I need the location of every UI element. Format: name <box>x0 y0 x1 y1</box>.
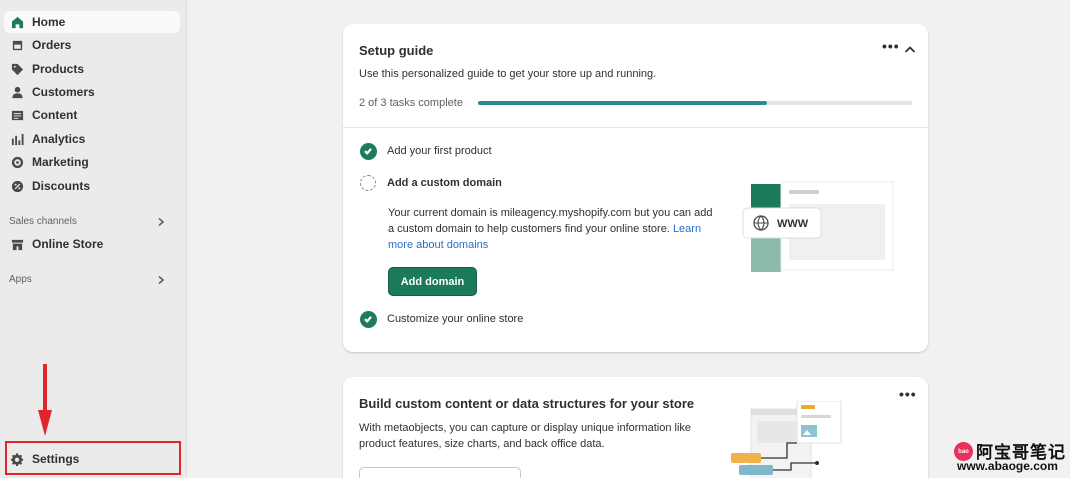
target-icon <box>10 155 24 169</box>
add-domain-button[interactable]: Add domain <box>388 267 477 296</box>
domain-illustration: WWW <box>742 181 894 272</box>
sidebar-item-customers[interactable]: Customers <box>4 81 180 103</box>
setup-guide-card: Setup guide ••• Use this personalized gu… <box>343 24 928 352</box>
sidebar-item-content[interactable]: Content <box>4 104 180 126</box>
tag-icon <box>10 62 24 76</box>
sidebar-item-label: Home <box>32 15 66 29</box>
progress-fill <box>478 101 768 105</box>
www-label: WWW <box>777 218 809 230</box>
more-options-icon[interactable]: ••• <box>899 386 917 402</box>
sales-channels-label: Sales channels <box>9 216 77 227</box>
chevron-up-icon[interactable] <box>904 44 916 56</box>
sidebar-item-label: Online Store <box>32 237 104 251</box>
sidebar-item-label: Orders <box>32 38 72 52</box>
sidebar-item-analytics[interactable]: Analytics <box>4 128 180 150</box>
sidebar-item-label: Customers <box>32 85 95 99</box>
check-circle-icon <box>359 142 377 160</box>
sidebar-item-label: Analytics <box>32 132 86 146</box>
home-icon <box>10 15 24 29</box>
setup-guide-title: Setup guide <box>359 43 434 58</box>
task-label: Add a custom domain <box>387 177 502 189</box>
sidebar-item-discounts[interactable]: Discounts <box>4 175 180 197</box>
custom-content-description: With metaobjects, you can capture or dis… <box>359 422 692 450</box>
sidebar-item-label: Discounts <box>32 179 91 193</box>
person-icon <box>10 85 24 99</box>
sidebar-item-products[interactable]: Products <box>4 58 180 80</box>
sidebar-item-label: Content <box>32 108 78 122</box>
task-label: Customize your online store <box>387 313 524 325</box>
sidebar-item-label: Products <box>32 62 85 76</box>
sidebar-item-online-store[interactable]: Online Store <box>4 233 180 255</box>
bar-chart-icon <box>10 132 24 146</box>
setup-guide-subtitle: Use this personalized guide to get your … <box>359 68 657 80</box>
more-options-icon[interactable]: ••• <box>882 38 900 54</box>
progress-bar <box>478 101 912 105</box>
secondary-button[interactable] <box>359 467 521 478</box>
store-icon <box>10 237 24 251</box>
domain-description: Your current domain is mileagency.myshop… <box>388 207 713 251</box>
discount-icon <box>10 179 24 193</box>
sidebar-item-home[interactable]: Home <box>4 11 180 33</box>
metaobjects-illustration <box>731 401 842 478</box>
content-icon <box>10 108 24 122</box>
custom-content-card: Build custom content or data structures … <box>343 377 928 478</box>
settings-highlight-box <box>5 441 181 475</box>
chevron-right-icon[interactable] <box>156 216 166 227</box>
progress-text: 2 of 3 tasks complete <box>359 97 463 109</box>
sidebar: Home Orders Products Customers Content A… <box>0 0 187 478</box>
task-label: Add your first product <box>387 145 492 157</box>
task-customize-store[interactable]: Customize your online store <box>359 310 523 328</box>
dashed-circle-icon <box>359 174 377 192</box>
sidebar-item-marketing[interactable]: Marketing <box>4 151 180 173</box>
sidebar-item-label: Marketing <box>32 155 89 169</box>
red-arrow-annotation <box>38 364 52 436</box>
task-add-domain[interactable]: Add a custom domain <box>359 174 502 192</box>
custom-content-title: Build custom content or data structures … <box>359 396 695 411</box>
sidebar-item-orders[interactable]: Orders <box>4 34 180 56</box>
check-circle-icon <box>359 310 377 328</box>
apps-label: Apps <box>9 274 32 285</box>
divider <box>343 127 928 128</box>
orders-icon <box>10 38 24 52</box>
chevron-right-icon[interactable] <box>156 274 166 285</box>
task-add-product[interactable]: Add your first product <box>359 142 492 160</box>
watermark-url: www.abaoge.com <box>957 459 1058 473</box>
watermark: bao 阿宝哥笔记 www.abaoge.com <box>954 438 1066 474</box>
